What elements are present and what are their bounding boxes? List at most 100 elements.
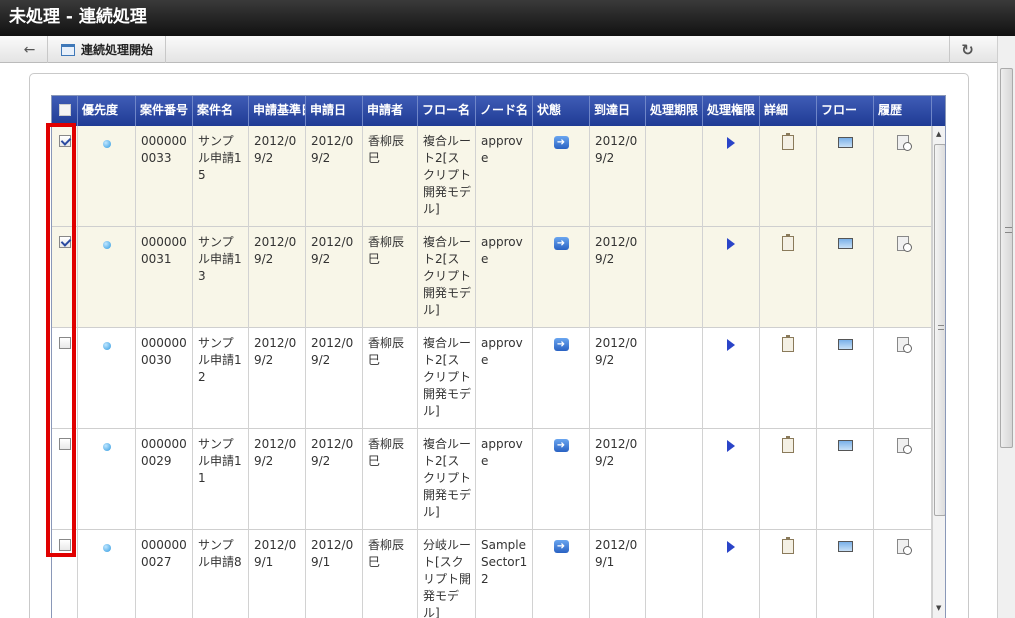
cell-flow-name: 複合ルート2[スクリプト開発モデル] [418,429,476,530]
cell-base-date: 2012/09/2 [249,429,306,530]
cell-arrival-date: 2012/09/2 [590,429,646,530]
history-icon[interactable] [896,539,912,555]
cell-history [874,126,932,227]
picture-icon[interactable] [837,339,853,350]
cell-status: ➜ [533,227,590,328]
cell-status: ➜ [533,530,590,618]
column-header-node-name[interactable]: ノード名 [476,96,533,126]
play-icon[interactable] [727,238,735,250]
cell-flow-name: 複合ルート2[スクリプト開発モデル] [418,328,476,429]
cell-applicant: 香柳辰巳 [363,126,418,227]
arrow-right-icon[interactable]: ➜ [553,439,569,452]
column-header-apply-date[interactable]: 申請日 [306,96,363,126]
column-header-detail[interactable]: 詳細 [760,96,817,126]
column-header-arrival-date[interactable]: 到達日 [590,96,646,126]
page-scrollbar[interactable] [997,36,1015,618]
checkbox-highlight-frame [46,123,76,557]
cell-node-name: approve [476,328,533,429]
column-header-status[interactable]: 状態 [533,96,590,126]
table-row[interactable]: 0000000031 サンプル申請13 2012/09/2 2012/09/2 香柳辰巳… [52,227,932,328]
cell-arrival-date: 2012/09/2 [590,328,646,429]
cell-flow-name: 複合ルート2[スクリプト開発モデル] [418,126,476,227]
column-header-priority[interactable]: 優先度 [78,96,136,126]
cell-priority [78,328,136,429]
cell-flow-name: 分岐ルート[スクリプト開発モデル] [418,530,476,618]
clipboard-icon[interactable] [782,335,794,352]
picture-icon[interactable] [837,541,853,552]
history-icon[interactable] [896,337,912,353]
cell-flow [817,530,874,618]
cell-base-date: 2012/09/2 [249,328,306,429]
clipboard-icon[interactable] [782,234,794,251]
picture-icon[interactable] [837,440,853,451]
picture-icon[interactable] [837,137,853,148]
grid-scroll-thumb[interactable] [934,144,945,516]
cell-deadline [646,328,703,429]
play-icon[interactable] [727,541,735,553]
table-row[interactable]: 0000000033 サンプル申請15 2012/09/2 2012/09/2 香柳辰巳… [52,126,932,227]
arrow-right-icon[interactable]: ➜ [553,540,569,553]
clipboard-icon[interactable] [782,537,794,554]
play-icon[interactable] [727,137,735,149]
cell-case-name: サンプル申請13 [193,227,249,328]
play-icon[interactable] [727,339,735,351]
clipboard-icon[interactable] [782,436,794,453]
cell-detail [760,227,817,328]
column-header-deadline[interactable]: 処理期限 [646,96,703,126]
cell-node-name: approve [476,429,533,530]
window-title: 未処理 - 連続処理 [0,0,1015,36]
clipboard-icon[interactable] [782,133,794,150]
window-icon [61,43,75,56]
column-header-history[interactable]: 履歴 [874,96,932,126]
cell-authority [703,126,760,227]
grid-scrollbar[interactable]: ▲ ▼ [932,126,945,618]
cell-apply-date: 2012/09/2 [306,126,363,227]
cell-node-name: Sample Sector12 [476,530,533,618]
column-header-case-name[interactable]: 案件名 [193,96,249,126]
cell-detail [760,328,817,429]
cell-case-name: サンプル申請12 [193,328,249,429]
play-icon[interactable] [727,440,735,452]
start-continuous-button[interactable]: 連続処理開始 [49,36,167,63]
cell-node-name: approve [476,227,533,328]
history-icon[interactable] [896,236,912,252]
column-header-authority[interactable]: 処理権限 [703,96,760,126]
table-row[interactable]: 0000000029 サンプル申請11 2012/09/2 2012/09/2 香柳辰巳… [52,429,932,530]
back-button[interactable]: ← [12,36,48,63]
scroll-up-icon[interactable]: ▲ [936,130,941,138]
cell-case-name: サンプル申請8 [193,530,249,618]
column-header-flow-name[interactable]: フロー名 [418,96,476,126]
arrow-right-icon[interactable]: ➜ [553,237,569,250]
select-all-checkbox[interactable] [58,104,71,116]
column-header-applicant[interactable]: 申請者 [363,96,418,126]
priority-dot-icon [102,241,111,249]
page-scroll-thumb[interactable] [1000,68,1013,448]
scroll-down-icon[interactable]: ▼ [936,604,941,612]
refresh-button[interactable]: ↻ [949,36,985,63]
cell-history [874,328,932,429]
grid-header: 優先度案件番号案件名申請基準日申請日申請者フロー名ノード名状態到達日処理期限処理… [52,96,945,126]
column-header-base-date[interactable]: 申請基準日 [249,96,306,126]
priority-dot-icon [102,140,111,148]
cell-history [874,429,932,530]
column-header-flow[interactable]: フロー [817,96,874,126]
cell-applicant: 香柳辰巳 [363,429,418,530]
history-icon[interactable] [896,438,912,454]
cell-history [874,227,932,328]
cell-priority [78,126,136,227]
table-row[interactable]: 0000000030 サンプル申請12 2012/09/2 2012/09/2 香柳辰巳… [52,328,932,429]
cell-apply-date: 2012/09/2 [306,328,363,429]
table-row[interactable]: 0000000027 サンプル申請8 2012/09/1 2012/09/1 香柳辰巳分… [52,530,932,618]
task-grid: 優先度案件番号案件名申請基準日申請日申請者フロー名ノード名状態到達日処理期限処理… [51,95,946,618]
history-icon[interactable] [896,135,912,151]
cell-authority [703,227,760,328]
cell-status: ➜ [533,328,590,429]
picture-icon[interactable] [837,238,853,249]
arrow-right-icon[interactable]: ➜ [553,338,569,351]
column-header-select-all[interactable] [52,96,78,126]
cell-arrival-date: 2012/09/2 [590,227,646,328]
column-header-case-number[interactable]: 案件番号 [136,96,193,126]
cell-history [874,530,932,618]
cell-node-name: approve [476,126,533,227]
arrow-right-icon[interactable]: ➜ [553,136,569,149]
